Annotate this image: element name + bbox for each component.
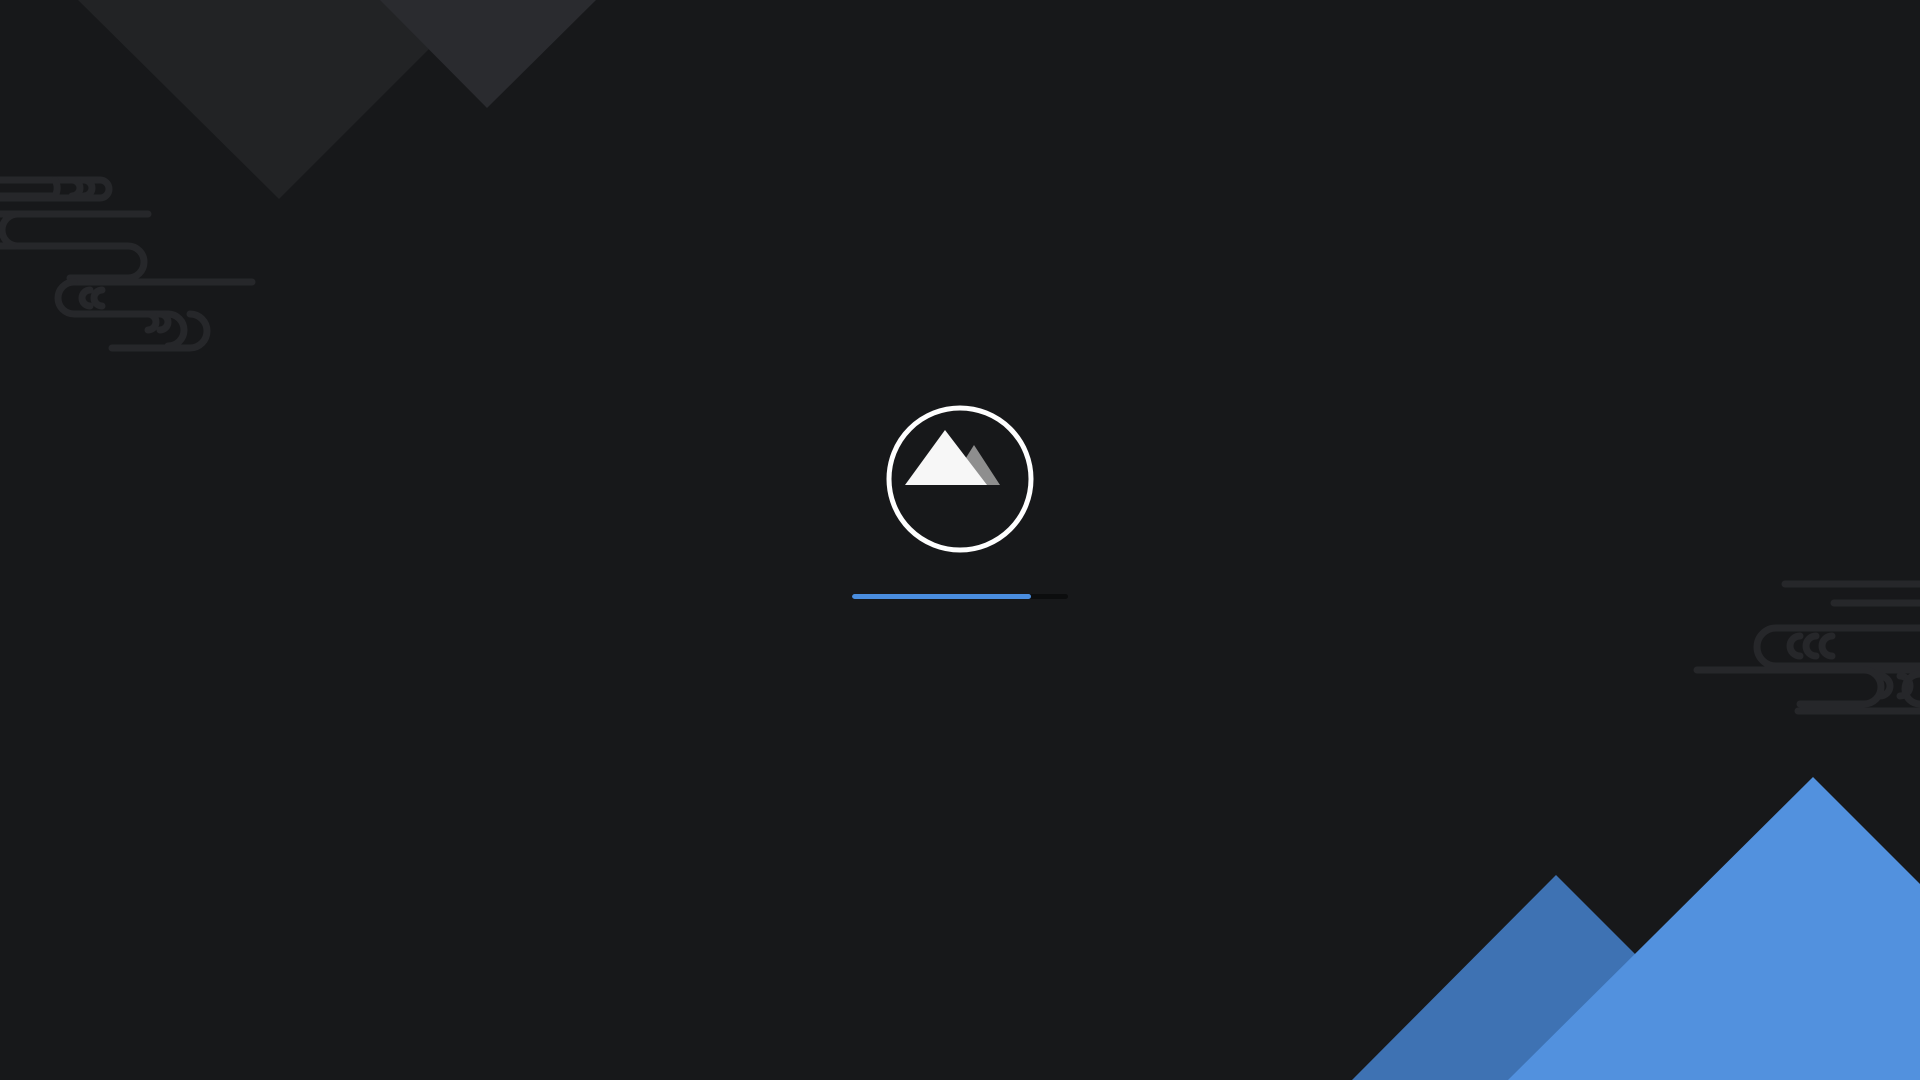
loading-progress-bar — [852, 594, 1068, 599]
mountain-icon — [905, 430, 1000, 485]
cloud-ornament-right — [1693, 580, 1920, 715]
cloud-ornament-left — [0, 176, 256, 352]
splash-screen — [0, 0, 1920, 1080]
app-logo — [886, 405, 1034, 553]
loading-progress-fill — [852, 594, 1032, 599]
